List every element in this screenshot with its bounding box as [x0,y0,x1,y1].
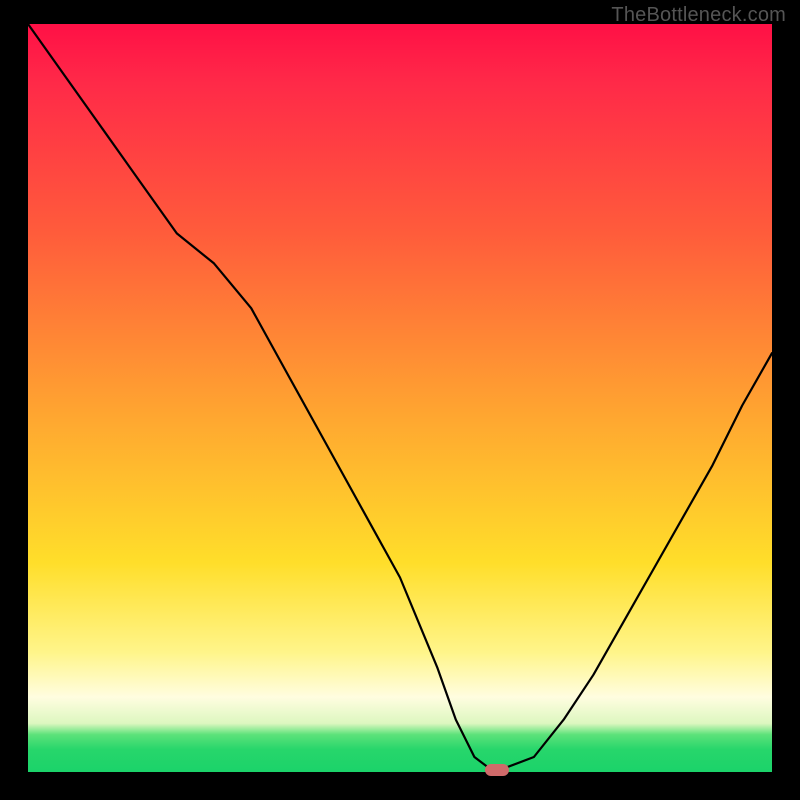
chart-minimum-marker [485,764,509,776]
chart-container: TheBottleneck.com [0,0,800,800]
chart-plot-area [28,24,772,772]
chart-line [28,24,772,772]
